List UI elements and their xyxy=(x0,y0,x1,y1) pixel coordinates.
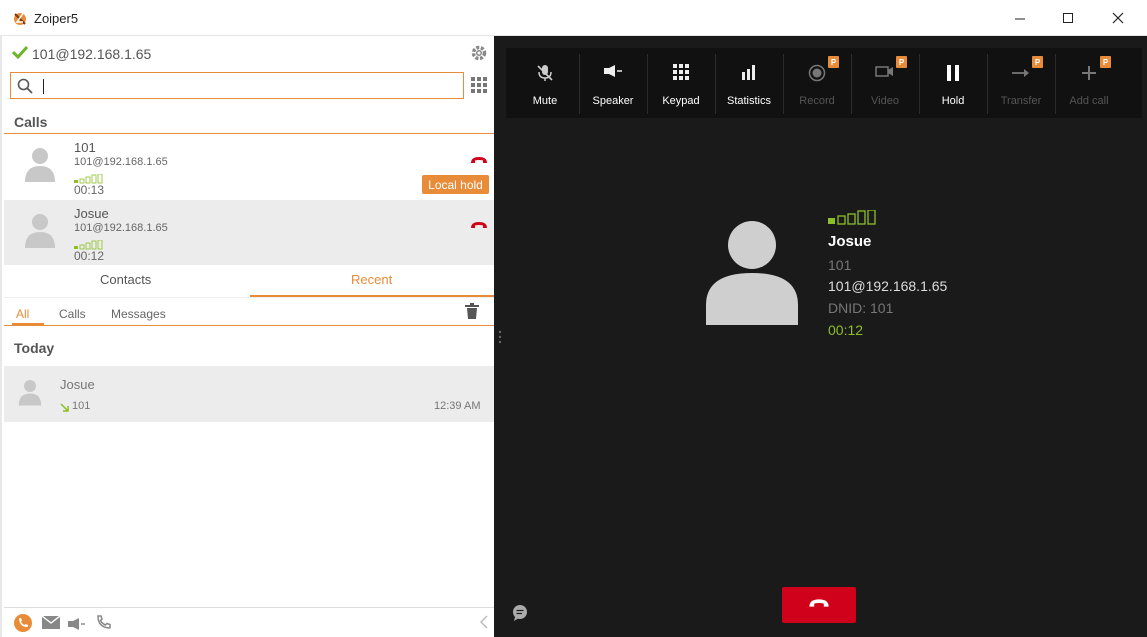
filter-all[interactable]: All xyxy=(16,307,29,321)
check-icon xyxy=(11,45,29,64)
hangup-icon[interactable] xyxy=(470,217,488,235)
pro-badge: P xyxy=(1100,56,1111,68)
incoming-call-icon xyxy=(60,400,70,418)
call-panel: Mute Speaker Keypad Statistics P Record … xyxy=(494,36,1147,637)
add-call-button[interactable]: P Add call xyxy=(1055,48,1123,118)
chat-icon[interactable] xyxy=(512,605,528,626)
caller-name: Josue xyxy=(828,233,872,250)
hangup-icon[interactable] xyxy=(470,152,488,170)
speaker-icon[interactable] xyxy=(68,617,86,635)
call-history-icon[interactable] xyxy=(96,614,112,635)
search-icon xyxy=(17,78,33,99)
recent-name: Josue xyxy=(60,377,95,392)
search-input[interactable] xyxy=(41,76,451,96)
search-box[interactable] xyxy=(10,72,464,99)
tab-recent[interactable]: Recent xyxy=(351,272,392,292)
phone-icon[interactable] xyxy=(14,614,32,637)
mic-off-icon xyxy=(511,64,579,82)
call-item[interactable]: Josue 101@192.168.1.65 00:12 xyxy=(4,200,494,265)
calls-heading: Calls xyxy=(14,114,48,130)
resize-grip-icon[interactable] xyxy=(498,330,502,349)
minimize-button[interactable] xyxy=(1010,8,1030,28)
video-label: Video xyxy=(871,95,899,107)
call-name: 101 xyxy=(74,140,96,155)
statistics-icon xyxy=(715,64,783,80)
pause-icon xyxy=(919,64,987,82)
caller-dnid: DNID: 101 xyxy=(828,300,894,316)
gear-icon[interactable] xyxy=(470,44,488,67)
close-button[interactable] xyxy=(1108,8,1128,28)
statistics-button[interactable]: Statistics xyxy=(715,48,783,118)
record-icon xyxy=(783,64,851,82)
window-title: Zoiper5 xyxy=(34,11,79,26)
call-name: Josue xyxy=(74,206,109,221)
avatar xyxy=(24,146,56,187)
local-hold-badge: Local hold xyxy=(422,175,489,194)
call-address: 101@192.168.1.65 xyxy=(74,222,168,234)
keypad-icon xyxy=(647,64,715,81)
avatar xyxy=(24,212,56,253)
account-address: 101@192.168.1.65 xyxy=(32,46,152,62)
keypad-label: Keypad xyxy=(662,95,700,107)
filters-divider xyxy=(4,325,494,326)
call-toolbar: Mute Speaker Keypad Statistics P Record … xyxy=(506,48,1142,118)
hold-button[interactable]: Hold xyxy=(919,48,987,118)
transfer-label: Transfer xyxy=(1000,95,1042,107)
recent-number: 101 xyxy=(72,400,91,412)
call-duration: 00:12 xyxy=(828,322,864,338)
filter-calls[interactable]: Calls xyxy=(59,307,86,321)
mute-button[interactable]: Mute xyxy=(511,48,579,118)
hold-label: Hold xyxy=(941,95,965,107)
title-bar: Zoiper5 xyxy=(0,0,1147,36)
add-icon xyxy=(1055,64,1123,82)
bottom-bar xyxy=(4,607,494,637)
recent-group-heading: Today xyxy=(14,340,55,356)
pro-badge: P xyxy=(828,56,839,68)
list-item[interactable]: Josue 101 12:39 AM xyxy=(4,366,494,422)
call-duration: 00:13 xyxy=(74,183,105,197)
signal-icon xyxy=(828,209,880,231)
mute-label: Mute xyxy=(532,95,558,107)
transfer-icon xyxy=(987,64,1055,78)
zoiper-logo-icon xyxy=(12,10,28,26)
record-label: Record xyxy=(799,95,835,107)
transfer-button[interactable]: P Transfer xyxy=(987,48,1055,118)
account-status[interactable]: 101@192.168.1.65 xyxy=(11,44,152,64)
call-item[interactable]: 101 101@192.168.1.65 00:13 xyxy=(4,134,494,199)
speaker-icon xyxy=(579,64,647,78)
recent-time: 12:39 AM xyxy=(434,400,481,412)
trash-icon[interactable] xyxy=(465,303,479,324)
tab-contacts[interactable]: Contacts xyxy=(100,272,151,292)
maximize-button[interactable] xyxy=(1058,8,1078,28)
pro-badge: P xyxy=(1032,56,1043,68)
speaker-label: Speaker xyxy=(592,95,634,107)
caller-avatar xyxy=(706,219,798,330)
video-button[interactable]: P Video xyxy=(851,48,919,118)
call-address: 101@192.168.1.65 xyxy=(74,156,168,168)
collapse-icon[interactable] xyxy=(479,615,488,634)
caller-number: 101 xyxy=(828,257,852,273)
hangup-icon xyxy=(808,596,830,614)
speaker-button[interactable]: Speaker xyxy=(579,48,647,118)
tabs-divider xyxy=(4,297,494,298)
pro-badge: P xyxy=(896,56,907,68)
keypad-button[interactable]: Keypad xyxy=(647,48,715,118)
messages-icon[interactable] xyxy=(41,615,61,634)
caller-address: 101@192.168.1.65 xyxy=(828,278,948,294)
add-call-label: Add call xyxy=(1069,95,1109,107)
left-panel: 101@192.168.1.65 Calls 101 101@192.168.1… xyxy=(0,36,494,637)
text-cursor xyxy=(43,79,44,94)
statistics-label: Statistics xyxy=(726,95,771,107)
avatar xyxy=(18,378,42,411)
record-button[interactable]: P Record xyxy=(783,48,851,118)
filter-messages[interactable]: Messages xyxy=(111,307,166,321)
dialpad-icon[interactable] xyxy=(471,77,488,99)
hangup-button[interactable] xyxy=(782,587,856,623)
call-duration: 00:12 xyxy=(74,249,105,263)
video-icon xyxy=(851,64,919,78)
